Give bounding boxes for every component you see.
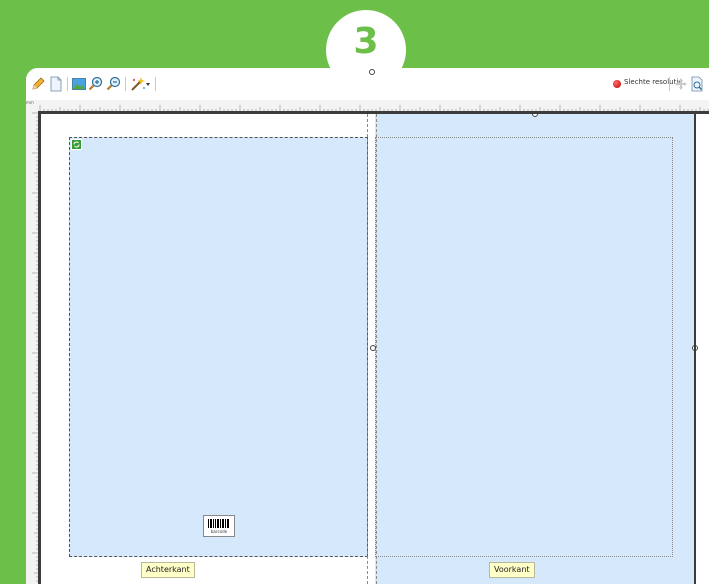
- pencil-icon[interactable]: [30, 76, 46, 92]
- move-icon[interactable]: [673, 76, 689, 92]
- bleed-edge-left: [38, 111, 41, 584]
- barcode-icon: [208, 519, 229, 528]
- toolbar: Slechte resolutie: [26, 68, 709, 101]
- bleed-edge-right: [694, 111, 696, 584]
- canvas-top-handle[interactable]: [369, 69, 375, 75]
- resize-handle[interactable]: [370, 345, 376, 351]
- barcode-element[interactable]: barcode: [203, 515, 235, 537]
- ruler-unit: mm: [26, 100, 38, 111]
- sync-icon[interactable]: [71, 139, 82, 150]
- back-cover-label: Achterkant: [141, 562, 195, 578]
- dropdown-arrow-icon[interactable]: [144, 76, 152, 92]
- low-resolution-indicator-icon: [613, 80, 621, 88]
- editor-window: Slechte resolutie mm barcode Achterkant …: [26, 68, 709, 584]
- step-number: 3: [353, 21, 379, 62]
- toolbar-separator: [155, 77, 156, 91]
- design-canvas[interactable]: barcode: [41, 111, 698, 584]
- toolbar-separator: [125, 77, 126, 91]
- page-icon[interactable]: [48, 76, 64, 92]
- toolbar-separator: [669, 77, 670, 91]
- bleed-edge-top: [38, 111, 709, 114]
- front-cover-label: Voorkant: [489, 562, 535, 578]
- back-cover-page[interactable]: [69, 137, 368, 557]
- zoom-in-icon[interactable]: [88, 76, 104, 92]
- barcode-label: barcode: [210, 529, 228, 534]
- picture-icon[interactable]: [71, 76, 87, 92]
- zoom-out-icon[interactable]: [106, 76, 122, 92]
- front-cover-safe-area: [375, 137, 673, 557]
- toolbar-separator: [67, 77, 68, 91]
- preview-icon[interactable]: [689, 76, 705, 92]
